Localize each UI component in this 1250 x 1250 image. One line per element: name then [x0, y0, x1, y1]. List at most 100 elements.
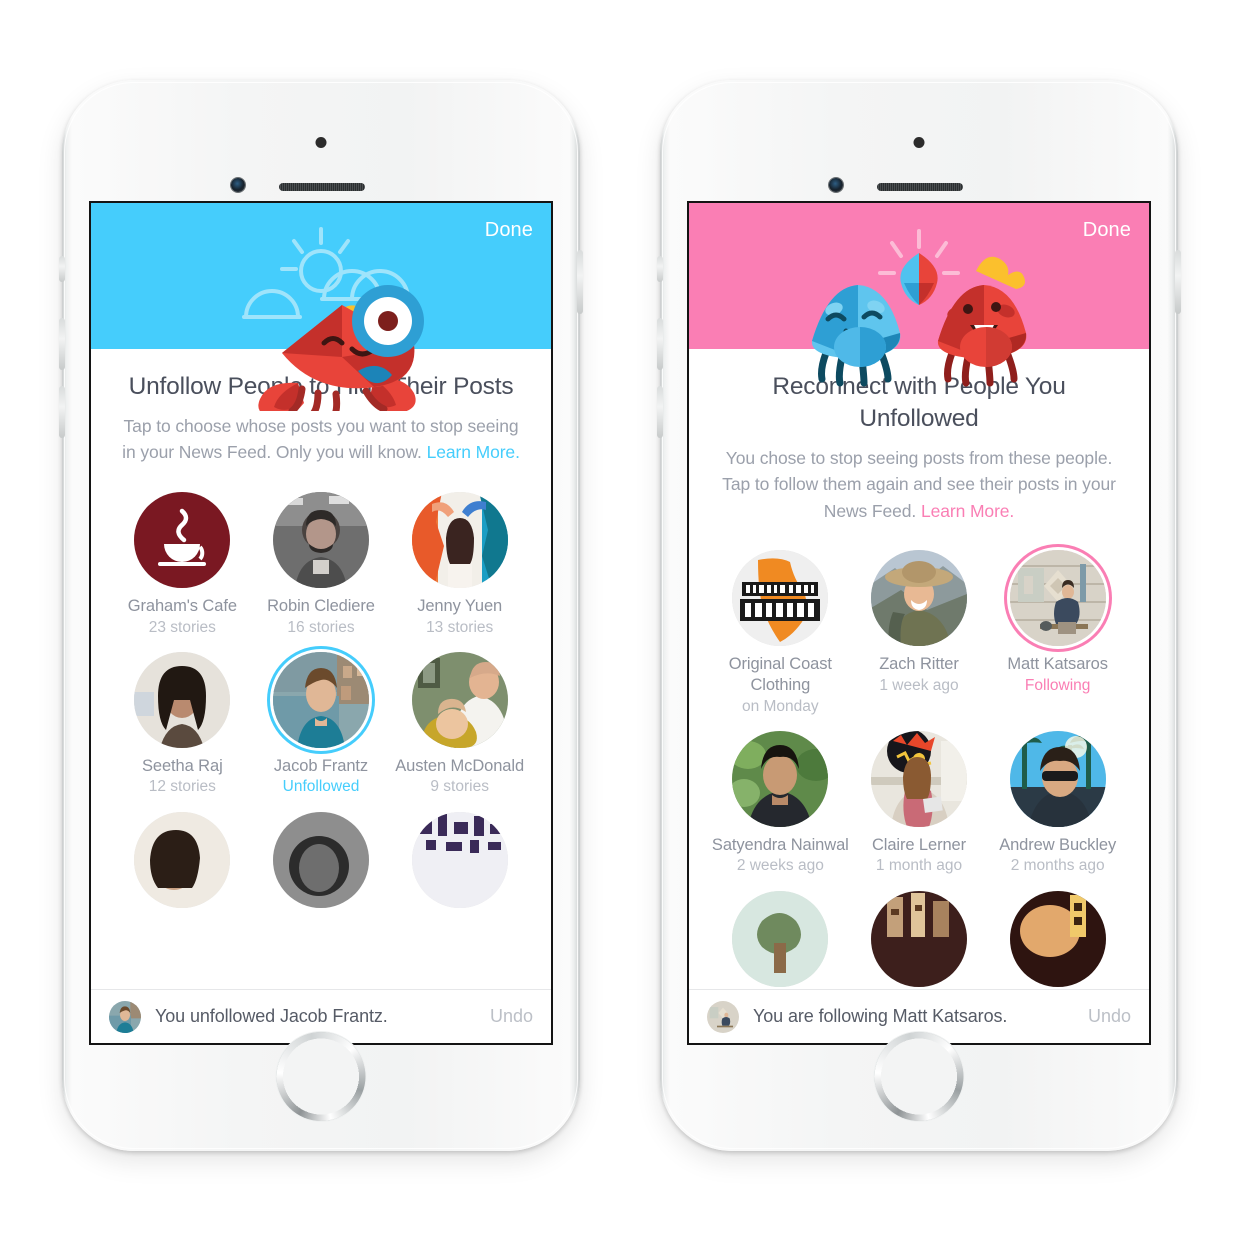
- screen-unfollow: Done Unfollow People to Hide Their Posts…: [89, 201, 553, 1045]
- volume-down-button-left[interactable]: [59, 386, 65, 438]
- page-description: You chose to stop seeing posts from thes…: [713, 445, 1125, 525]
- person-cell[interactable]: Austen McDonald 9 stories: [390, 651, 529, 798]
- avatar[interactable]: [411, 651, 508, 748]
- silent-switch-left[interactable]: [59, 256, 65, 282]
- front-camera-icon-right: [829, 178, 843, 192]
- power-button-right[interactable]: [1175, 250, 1181, 314]
- done-button[interactable]: Done: [485, 219, 533, 242]
- avatar[interactable]: [732, 890, 829, 987]
- person-meta-state: Unfollowed: [282, 778, 360, 796]
- toast-avatar: [109, 1000, 141, 1033]
- person-cell[interactable]: Satyendra Nainwal 2 weeks ago: [711, 730, 850, 877]
- avatar[interactable]: [732, 550, 829, 647]
- avatar[interactable]: [134, 651, 231, 748]
- iphone-device-right: Done Reconnect with People You Unfollowe…: [657, 80, 1181, 1151]
- proximity-sensor-icon-right: [913, 137, 925, 148]
- person-cell-partial[interactable]: [252, 811, 391, 916]
- copy-block-reconnect: Reconnect with People You Unfollowed You…: [689, 349, 1149, 524]
- person-meta: 12 stories: [148, 778, 216, 796]
- person-name: Jacob Frantz: [273, 756, 369, 775]
- page-title: Unfollow People to Hide Their Posts: [128, 373, 514, 400]
- undo-button[interactable]: Undo: [1088, 1006, 1131, 1027]
- person-name: Jenny Yuen: [417, 597, 503, 616]
- power-button-left[interactable]: [577, 250, 583, 314]
- screen-reconnect: Done Reconnect with People You Unfollowe…: [687, 201, 1151, 1045]
- person-cell-partial[interactable]: [711, 890, 850, 995]
- silent-switch-right[interactable]: [657, 256, 663, 282]
- avatar-selected[interactable]: [272, 651, 369, 748]
- avatar[interactable]: [870, 730, 967, 827]
- avatar[interactable]: [732, 730, 829, 827]
- proximity-sensor-icon-left: [315, 137, 327, 148]
- person-cell-partial[interactable]: [850, 890, 989, 995]
- people-grid-unfollow: Graham's Cafe 23 stories Robin Clediere …: [91, 492, 551, 916]
- person-meta: 1 month ago: [875, 857, 963, 875]
- avatar-selected[interactable]: [1009, 550, 1106, 647]
- copy-block-unfollow: Unfollow People to Hide Their Posts Tap …: [91, 349, 551, 466]
- person-meta: 16 stories: [287, 618, 355, 636]
- volume-up-button-right[interactable]: [657, 318, 663, 370]
- person-meta: 23 stories: [148, 618, 216, 636]
- earpiece-speaker-icon-left: [279, 183, 365, 191]
- avatar[interactable]: [272, 492, 369, 589]
- person-meta-state: Following: [1024, 677, 1091, 695]
- person-meta: on Monday: [741, 697, 819, 715]
- person-name: Graham's Cafe: [127, 597, 237, 616]
- toast-message: You unfollowed Jacob Frantz.: [155, 1006, 388, 1026]
- person-cell-partial[interactable]: [988, 890, 1127, 995]
- person-cell[interactable]: Zach Ritter 1 week ago: [850, 550, 989, 716]
- person-cell[interactable]: Original Coast Clothing on Monday: [711, 550, 850, 716]
- avatar[interactable]: [870, 550, 967, 647]
- avatar[interactable]: [1009, 730, 1106, 827]
- person-name: Original Coast Clothing: [728, 655, 832, 695]
- person-meta: 1 week ago: [879, 677, 959, 695]
- person-name: Claire Lerner: [871, 835, 967, 854]
- person-cell[interactable]: Claire Lerner 1 month ago: [850, 730, 989, 877]
- person-cell[interactable]: Andrew Buckley 2 months ago: [988, 730, 1127, 877]
- person-cell[interactable]: Seetha Raj 12 stories: [113, 651, 252, 798]
- learn-more-link[interactable]: Learn More.: [427, 442, 520, 462]
- person-cell[interactable]: Jenny Yuen 13 stories: [390, 492, 529, 638]
- page-description-text: You chose to stop seeing posts from thes…: [722, 447, 1116, 521]
- home-button-right[interactable]: [876, 1034, 962, 1119]
- person-cell[interactable]: Graham's Cafe 23 stories: [113, 492, 252, 638]
- person-name: Austen McDonald: [395, 756, 525, 775]
- earpiece-speaker-icon-right: [877, 183, 963, 191]
- hero-banner-reconnect: Done: [689, 203, 1149, 387]
- toast-message: You are following Matt Katsaros.: [753, 1006, 1008, 1026]
- person-meta: 9 stories: [430, 778, 489, 796]
- avatar[interactable]: [134, 492, 231, 589]
- page-description: Tap to choose whose posts you want to st…: [115, 413, 527, 466]
- undo-button[interactable]: Undo: [490, 1006, 533, 1027]
- home-button-left[interactable]: [278, 1034, 364, 1119]
- done-button[interactable]: Done: [1083, 219, 1131, 242]
- person-cell-selected[interactable]: Matt Katsaros Following: [988, 550, 1127, 716]
- person-name: Seetha Raj: [142, 756, 223, 775]
- volume-down-button-right[interactable]: [657, 386, 663, 438]
- person-name: Zach Ritter: [879, 655, 959, 674]
- person-name: Andrew Buckley: [999, 835, 1117, 854]
- avatar[interactable]: [1009, 890, 1106, 987]
- person-meta: 2 months ago: [1010, 857, 1105, 875]
- person-meta: 13 stories: [426, 618, 494, 636]
- avatar[interactable]: [411, 492, 508, 589]
- person-meta: 2 weeks ago: [736, 857, 824, 875]
- person-cell-selected[interactable]: Jacob Frantz Unfollowed: [252, 651, 391, 798]
- person-cell-partial[interactable]: [113, 811, 252, 916]
- people-grid-reconnect: Original Coast Clothing on Monday Zach R…: [689, 550, 1149, 994]
- page-title: Reconnect with People You Unfollowed: [772, 373, 1066, 432]
- front-camera-icon-left: [231, 178, 245, 192]
- person-name: Robin Clediere: [267, 597, 375, 616]
- avatar[interactable]: [272, 811, 369, 908]
- screenshot-stage: Done Unfollow People to Hide Their Posts…: [0, 0, 1250, 1250]
- person-name: Satyendra Nainwal: [711, 835, 849, 854]
- avatar[interactable]: [134, 811, 231, 908]
- volume-up-button-left[interactable]: [59, 318, 65, 370]
- avatar[interactable]: [870, 890, 967, 987]
- learn-more-link[interactable]: Learn More.: [921, 501, 1014, 521]
- person-cell-partial[interactable]: [390, 811, 529, 916]
- avatar[interactable]: [411, 811, 508, 908]
- iphone-device-left: Done Unfollow People to Hide Their Posts…: [59, 80, 583, 1151]
- hero-banner-unfollow: Done: [91, 203, 551, 420]
- person-cell[interactable]: Robin Clediere 16 stories: [252, 492, 391, 638]
